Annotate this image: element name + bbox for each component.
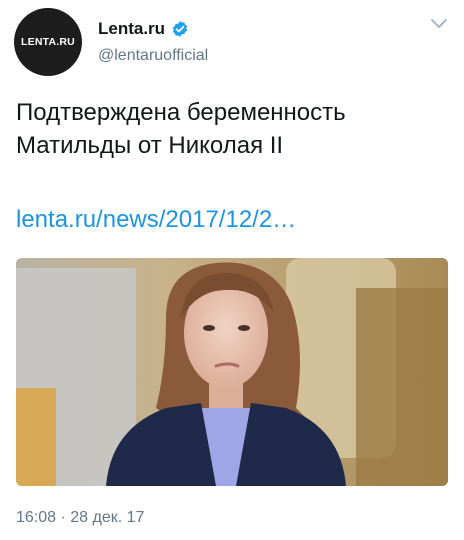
tweet-text: Подтверждена беременность Матильды от Ни… bbox=[16, 99, 346, 159]
tweet-media-photo[interactable] bbox=[16, 258, 448, 486]
avatar[interactable]: LENTA.RU bbox=[14, 8, 82, 76]
user-handle[interactable]: @lentaruofficial bbox=[98, 47, 208, 65]
avatar-logo-text: LENTA.RU bbox=[21, 36, 75, 48]
author-name-row: Lenta.ru bbox=[98, 19, 189, 39]
display-name[interactable]: Lenta.ru bbox=[98, 19, 165, 39]
chevron-down-icon[interactable] bbox=[430, 18, 448, 30]
tweet-link[interactable]: lenta.ru/news/2017/12/2… bbox=[16, 206, 296, 234]
tweet-card: LENTA.RU Lenta.ru @lentaruofficial Подтв… bbox=[0, 0, 464, 540]
verified-badge-icon bbox=[172, 21, 188, 37]
photo-illustration bbox=[16, 258, 448, 486]
tweet-timestamp[interactable]: 16:08 · 28 дек. 17 bbox=[16, 509, 144, 527]
